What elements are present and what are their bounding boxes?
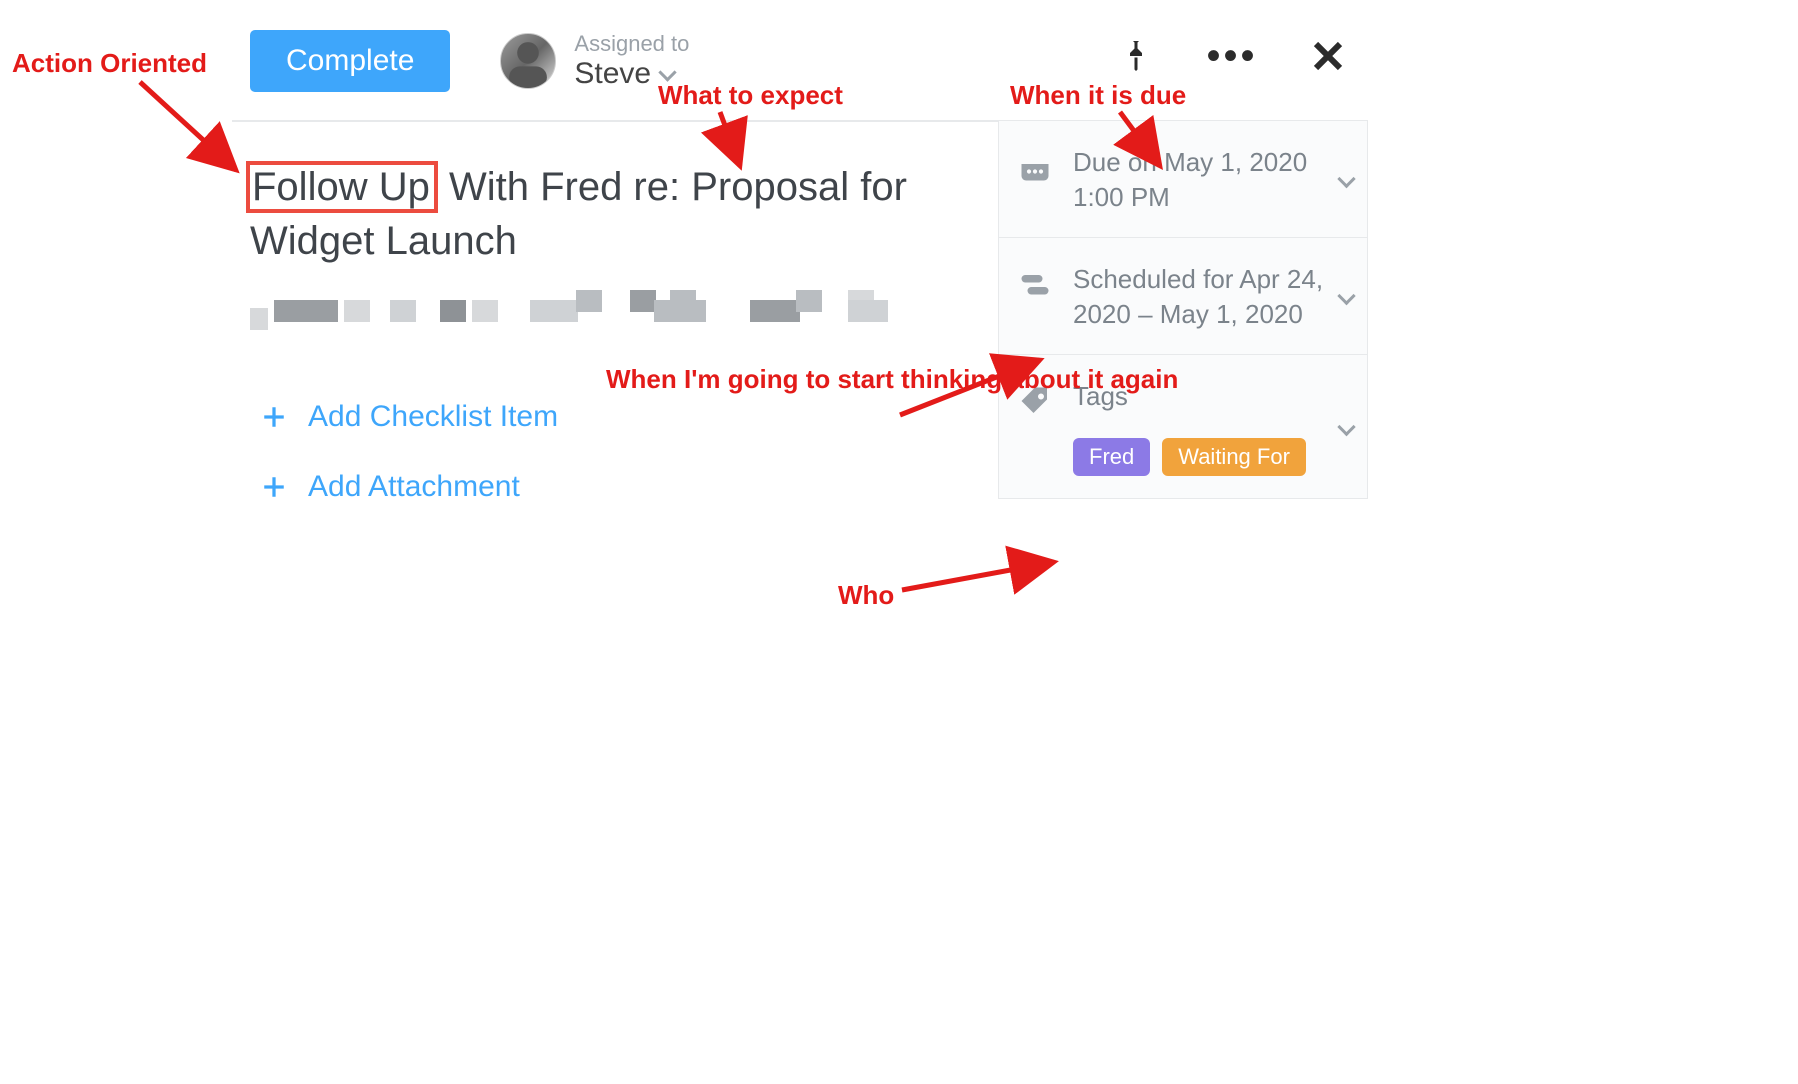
assignee-avatar: [500, 33, 556, 89]
header-actions: •••: [1116, 36, 1348, 76]
calendar-icon: [1017, 149, 1057, 190]
add-checklist-item[interactable]: Add Checklist Item: [260, 400, 558, 434]
pin-icon: [1118, 38, 1154, 74]
close-icon: [1310, 38, 1346, 74]
annotation-when-due: When it is due: [1010, 80, 1186, 111]
schedule-text: Scheduled for Apr 24, 2020 – May 1, 2020: [1073, 262, 1349, 332]
annotation-when-start: When I'm going to start thinking about i…: [606, 362, 1178, 397]
tag-fred[interactable]: Fred: [1073, 438, 1150, 476]
more-button[interactable]: •••: [1212, 36, 1252, 76]
task-title[interactable]: Follow Up With Fred re: Proposal for Wid…: [250, 160, 950, 268]
task-description-redacted: [250, 290, 890, 346]
chevron-down-icon: [1337, 418, 1355, 436]
plus-icon: [260, 403, 288, 431]
assignee-name: Steve: [574, 57, 651, 91]
annotation-what-to-expect: What to expect: [658, 80, 843, 111]
close-button[interactable]: [1308, 36, 1348, 76]
complete-button[interactable]: Complete: [250, 30, 450, 92]
add-attachment[interactable]: Add Attachment: [260, 470, 520, 504]
due-date-text: Due on May 1, 2020 1:00 PM: [1073, 145, 1349, 215]
pin-button[interactable]: [1116, 36, 1156, 76]
schedule-icon: [1017, 266, 1057, 307]
annotation-who: Who: [838, 580, 894, 611]
schedule-card[interactable]: Scheduled for Apr 24, 2020 – May 1, 2020: [998, 238, 1368, 355]
due-date-card[interactable]: Due on May 1, 2020 1:00 PM: [998, 120, 1368, 238]
add-checklist-label: Add Checklist Item: [308, 400, 558, 434]
title-action-verb: Follow Up: [246, 161, 438, 213]
tag-waiting-for[interactable]: Waiting For: [1162, 438, 1306, 476]
annotation-action-oriented: Action Oriented: [12, 48, 207, 79]
plus-icon: [260, 473, 288, 501]
add-attachment-label: Add Attachment: [308, 470, 520, 504]
task-sidebar: Due on May 1, 2020 1:00 PM Scheduled for…: [998, 120, 1368, 499]
assigned-to-label: Assigned to: [574, 31, 689, 57]
chevron-down-icon: [658, 63, 676, 81]
